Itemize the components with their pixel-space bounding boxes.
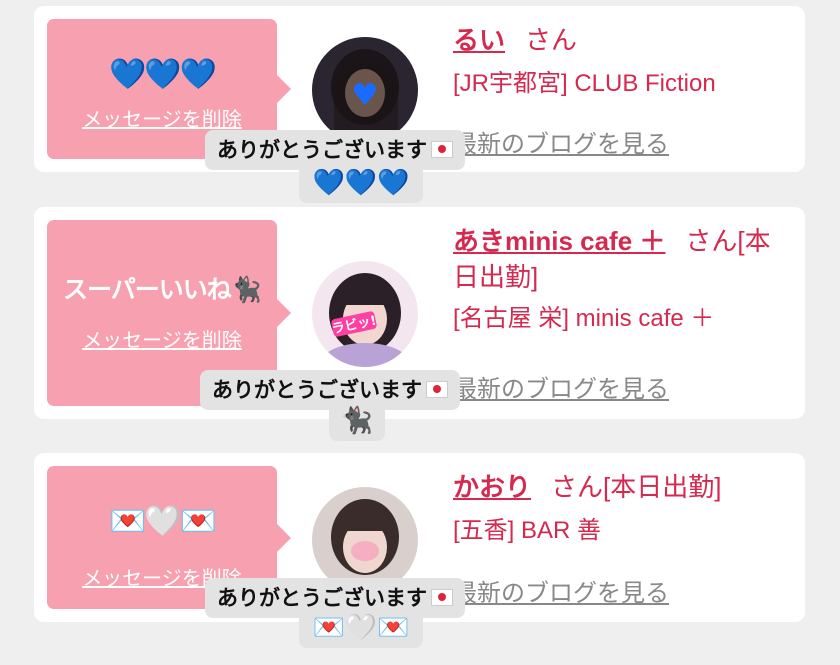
shop-name: [JR宇都宮] CLUB Fiction <box>453 70 716 97</box>
latest-blog-link[interactable]: 最新のブログを見る <box>453 369 669 404</box>
love-letter-icon <box>431 589 453 606</box>
reply-emoji-bubble: 💌🤍💌 <box>299 608 423 648</box>
profile-info: あきminis cafe ＋さん[本日出勤] [名古屋 栄] minis caf… <box>453 223 791 339</box>
honorific: さん[本日出勤] <box>551 472 722 502</box>
profile-info: るい さん [JR宇都宮] CLUB Fiction <box>453 22 791 104</box>
delete-message-link[interactable]: メッセージを削除 <box>47 103 277 132</box>
reply-text: ありがとうございます <box>217 138 427 162</box>
profile-name-link[interactable]: るい <box>453 25 505 55</box>
reply-text: ありがとうございます <box>212 378 422 402</box>
message-text: 💌🤍💌 <box>108 504 217 539</box>
message-text: スーパーいいね🐈‍⬛ <box>63 275 262 304</box>
reply-emoji-bubble: 💙💙💙 <box>299 163 423 203</box>
shop-name: [名古屋 栄] minis cafe ＋ <box>453 305 715 332</box>
shop-name: [五香] BAR 善 <box>453 517 602 544</box>
svg-text:♥: ♥ <box>352 78 379 113</box>
delete-message-link[interactable]: メッセージを削除 <box>47 324 277 353</box>
reply-text: ありがとうございます <box>217 586 427 610</box>
love-letter-icon <box>431 141 453 158</box>
love-letter-icon <box>426 381 448 398</box>
avatar-photo: ♥ <box>312 37 418 143</box>
avatar-photo: ラビッ! <box>312 261 418 367</box>
message-text: 💙💙💙 <box>108 57 217 92</box>
latest-blog-link[interactable]: 最新のブログを見る <box>453 573 669 608</box>
avatar[interactable]: ラビッ! <box>312 261 418 367</box>
profile-name-link[interactable]: かおり <box>453 472 531 502</box>
profile-name-link[interactable]: あきminis cafe ＋ <box>453 226 665 256</box>
reply-emoji-bubble: 🐈‍⬛ <box>329 401 385 441</box>
avatar[interactable]: ♥ <box>312 37 418 143</box>
latest-blog-link[interactable]: 最新のブログを見る <box>453 124 669 159</box>
profile-info: かおり さん[本日出勤] [五香] BAR 善 <box>453 469 791 551</box>
honorific: さん <box>525 25 578 55</box>
